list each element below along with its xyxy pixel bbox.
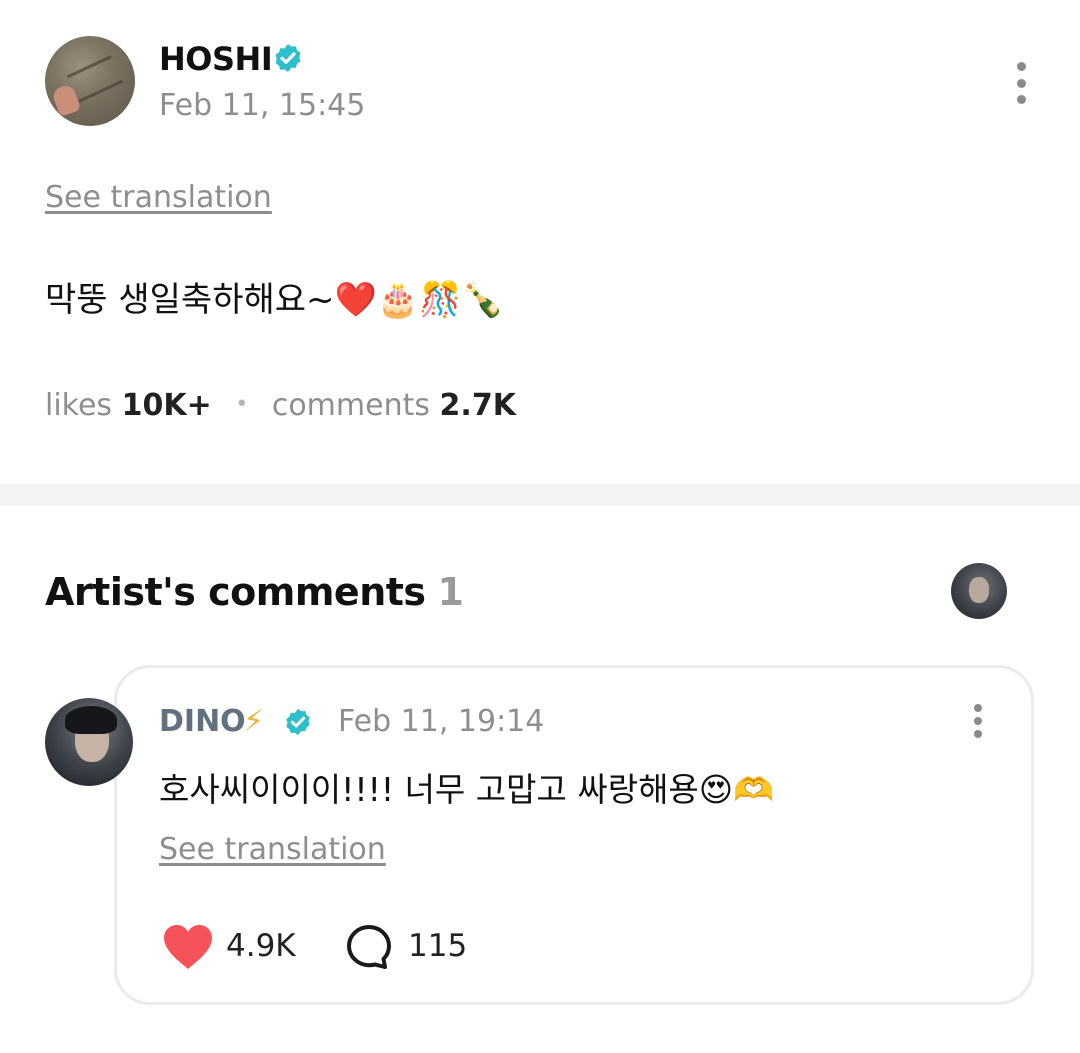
see-translation-link[interactable]: See translation — [45, 180, 272, 215]
likes-count[interactable]: 10K+ — [122, 388, 212, 423]
post-body-text: 막뚱 생일축하해요~❤️🎂🎊🍾 — [45, 280, 504, 320]
more-vertical-icon[interactable] — [958, 700, 998, 742]
avatar-hair — [65, 706, 117, 734]
comment-timestamp: Feb 11, 19:14 — [338, 704, 545, 739]
comments-count[interactable]: 2.7K — [440, 388, 516, 423]
post-card: HOSHI Feb 11, 15:45 See translation 막뚱 생… — [0, 0, 1080, 484]
post-author-name[interactable]: HOSHI — [159, 40, 273, 78]
separator-dot: • — [235, 392, 249, 417]
heart-icon[interactable] — [161, 923, 215, 971]
artist-comments-heading: Artist's comments 1 — [45, 570, 464, 614]
artist-comments-count: 1 — [437, 570, 464, 614]
comment-like-count: 4.9K — [226, 928, 296, 964]
comment-author-name[interactable]: DINO — [159, 704, 246, 739]
comment-body-text: 호사씨이이이!!!! 너무 고맙고 싸랑해용😍🫶 — [159, 770, 775, 809]
lightning-bolt-icon: ⚡ — [243, 704, 265, 739]
verified-badge-icon — [286, 708, 310, 736]
post-stats: likes 10K+ • comments 2.7K — [45, 388, 516, 423]
comments-label: comments — [271, 388, 430, 423]
artist-comments-title: Artist's comments — [45, 570, 426, 614]
avatar-face — [969, 577, 989, 603]
comment-bubble-icon[interactable] — [345, 923, 393, 971]
artist-comments-avatar[interactable] — [951, 563, 1007, 619]
comment-author-avatar[interactable] — [45, 698, 133, 786]
likes-label: likes — [45, 388, 113, 423]
post-timestamp: Feb 11, 15:45 — [159, 88, 366, 123]
comment-reply-count: 115 — [408, 928, 468, 964]
author-avatar[interactable] — [45, 36, 135, 126]
more-vertical-icon[interactable] — [1001, 58, 1041, 108]
verified-badge-icon — [275, 44, 301, 72]
comment-see-translation-link[interactable]: See translation — [159, 832, 386, 867]
section-divider — [0, 484, 1080, 506]
